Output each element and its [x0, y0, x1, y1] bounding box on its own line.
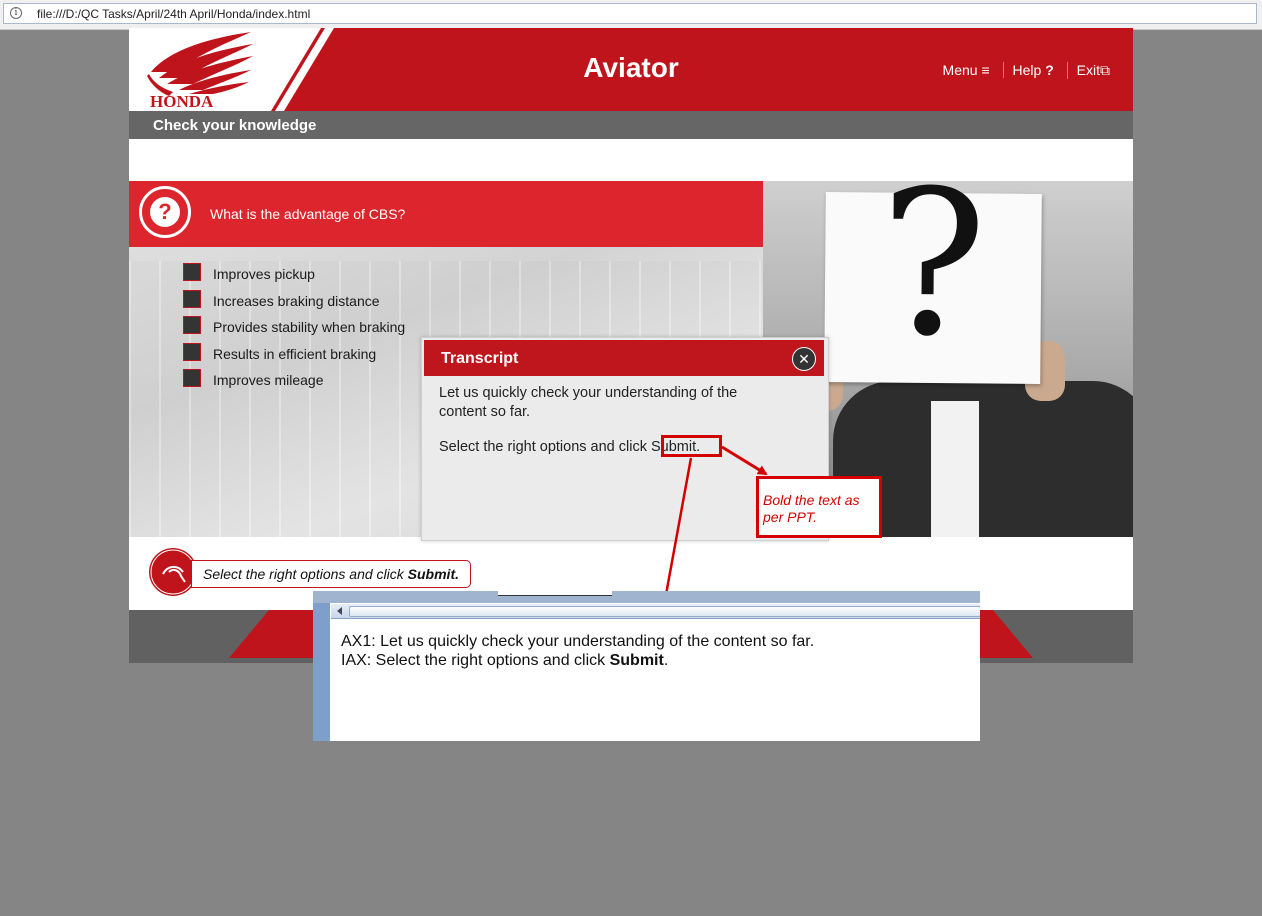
annotation-arrows [661, 445, 768, 602]
scroll-thumb[interactable] [349, 606, 980, 617]
scroll-left-icon[interactable] [333, 604, 347, 618]
annotation-text: Bold the text as per PPT. [763, 492, 860, 525]
ppt-line-2-period: . [663, 652, 669, 669]
ppt-toolbar [313, 591, 980, 603]
ppt-line-1: AX1: Let us quickly check your understan… [341, 633, 815, 650]
ppt-side-pane [313, 603, 330, 741]
ppt-notes-screenshot: AX1: Let us quickly check your understan… [313, 591, 980, 741]
ppt-line-2-text: IAX: Select the right options and click [341, 652, 610, 669]
ppt-submit-bold: Submit [609, 652, 664, 669]
ppt-notes-text: AX1: Let us quickly check your understan… [341, 632, 814, 670]
ppt-scrollbar[interactable] [331, 604, 980, 619]
ppt-tab [498, 591, 612, 596]
ppt-line-2: IAX: Select the right options and click … [341, 651, 814, 670]
annotation-note: Bold the text as per PPT. [756, 476, 882, 538]
